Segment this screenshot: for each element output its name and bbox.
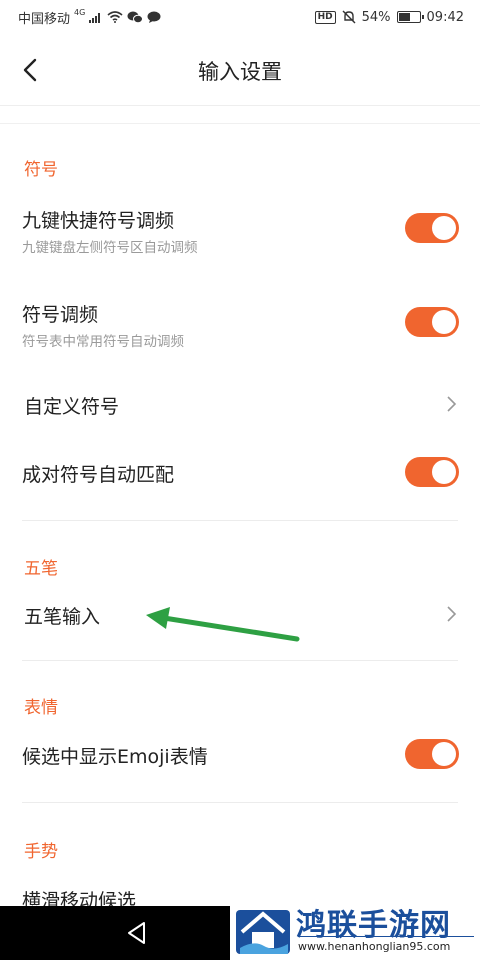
- mute-bell-icon: [342, 10, 356, 24]
- setting-title: 自定义符号: [24, 396, 120, 418]
- setting-row-show-emoji[interactable]: 候选中显示Emoji表情: [0, 726, 480, 782]
- section-header-wubi: 五笔: [24, 559, 58, 579]
- setting-row-wubi-input[interactable]: 五笔输入: [0, 586, 480, 642]
- toggle-switch[interactable]: [405, 739, 459, 769]
- toggle-switch[interactable]: [405, 457, 459, 487]
- section-divider: [22, 660, 458, 661]
- toggle-knob: [432, 460, 456, 484]
- clock: 09:42: [426, 9, 464, 25]
- setting-subtitle: 九键键盘左侧符号区自动调频: [22, 240, 198, 256]
- house-logo-icon: [236, 910, 290, 954]
- toggle-switch[interactable]: [405, 307, 459, 337]
- carrier-label: 中国移动: [18, 11, 71, 27]
- network-label: 4G: [74, 7, 86, 17]
- status-left: 中国移动 4G: [18, 7, 161, 27]
- site-watermark: 鸿联手游网 www.henanhonglian95.com: [230, 898, 480, 960]
- setting-subtitle: 符号表中常用符号自动调频: [22, 334, 184, 350]
- watermark-divider: [298, 936, 474, 937]
- setting-row-nine-key-symbol-freq[interactable]: 九键快捷符号调频 九键键盘左侧符号区自动调频: [0, 196, 480, 266]
- section-header-gesture: 手势: [24, 842, 58, 862]
- setting-title: 五笔输入: [24, 606, 101, 628]
- toggle-switch[interactable]: [405, 213, 459, 243]
- chevron-right-icon: [447, 396, 457, 412]
- wechat-icon: [127, 11, 144, 23]
- setting-row-paired-symbols[interactable]: 成对符号自动匹配: [0, 444, 480, 500]
- toggle-knob: [432, 742, 456, 766]
- status-bar: 中国移动 4G HD 54% 09:42: [0, 0, 480, 34]
- setting-title: 九键快捷符号调频: [22, 210, 175, 232]
- setting-row-symbol-freq[interactable]: 符号调频 符号表中常用符号自动调频: [0, 290, 480, 360]
- setting-title: 成对符号自动匹配: [22, 464, 175, 486]
- header-divider: [0, 106, 480, 124]
- signal-icon: [89, 13, 101, 23]
- triangle-back-icon[interactable]: [124, 920, 150, 946]
- section-divider: [22, 802, 458, 803]
- watermark-url: www.henanhonglian95.com: [298, 940, 451, 953]
- section-header-emoji: 表情: [24, 698, 58, 718]
- battery-icon: [396, 11, 424, 23]
- page-title: 输入设置: [198, 60, 282, 84]
- battery-fill: [398, 13, 410, 21]
- watermark-name: 鸿联手游网: [296, 908, 451, 943]
- status-right: HD 54% 09:42: [314, 8, 464, 26]
- hd-badge: HD: [314, 10, 336, 24]
- toggle-knob: [432, 216, 456, 240]
- section-header-symbols: 符号: [24, 160, 58, 180]
- setting-title: 候选中显示Emoji表情: [22, 746, 208, 768]
- section-divider: [22, 520, 458, 521]
- message-icon: [147, 11, 161, 23]
- setting-row-custom-symbols[interactable]: 自定义符号: [0, 376, 480, 432]
- battery-percent: 54%: [361, 9, 391, 25]
- setting-title: 符号调频: [22, 304, 99, 326]
- system-nav-bar: [0, 906, 230, 960]
- wifi-icon: [107, 11, 123, 23]
- app-header: 输入设置: [0, 34, 480, 106]
- chevron-right-icon: [447, 606, 457, 622]
- toggle-knob: [432, 310, 456, 334]
